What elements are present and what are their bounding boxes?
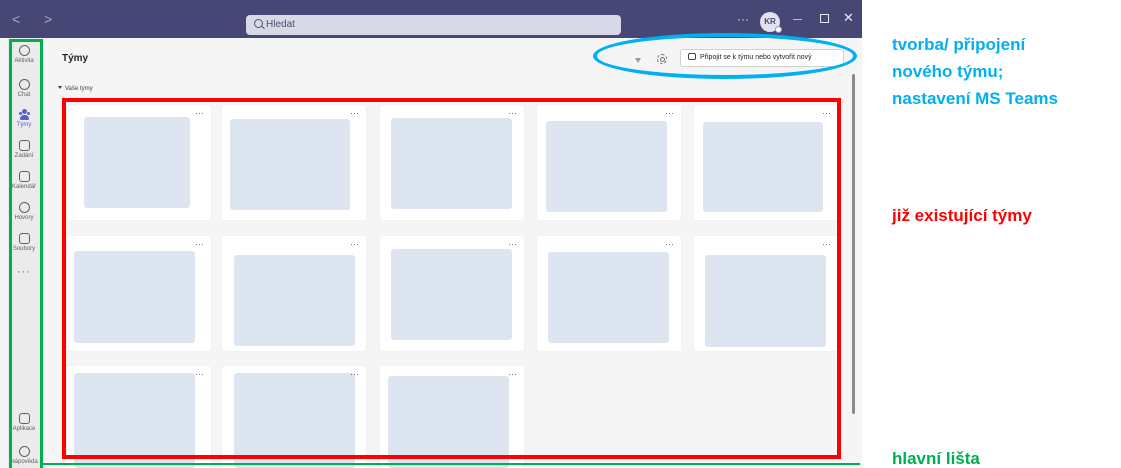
back-forward-arrows-icon[interactable]: < > bbox=[12, 11, 62, 27]
annotation-create-join-text: tvorba/ připojení nového týmu; nastavení… bbox=[892, 31, 1058, 112]
status-indicator-icon bbox=[775, 26, 782, 33]
annotation-line: tvorba/ připojení bbox=[892, 35, 1026, 54]
annotation-line: nastavení MS Teams bbox=[892, 89, 1058, 108]
close-icon[interactable]: ✕ bbox=[843, 10, 854, 26]
more-options-icon[interactable]: ··· bbox=[737, 12, 749, 26]
page-title: Týmy bbox=[62, 53, 89, 64]
annotation-ellipse-blue bbox=[593, 33, 857, 79]
scrollbar[interactable] bbox=[852, 74, 855, 414]
annotation-box-red bbox=[62, 98, 841, 459]
annotation-line-green bbox=[42, 463, 860, 465]
minimize-icon[interactable] bbox=[793, 19, 802, 20]
search-placeholder: Hledat bbox=[266, 19, 295, 30]
screenshot: < > Hledat ··· KR ✕ Aktivita Chat Týmy Z… bbox=[0, 0, 1121, 468]
section-your-teams[interactable]: Vaše týmy bbox=[58, 86, 93, 92]
avatar[interactable]: KR bbox=[760, 12, 782, 33]
search-input[interactable]: Hledat bbox=[246, 15, 621, 35]
annotation-existing-teams-text: již existující týmy bbox=[892, 206, 1032, 225]
section-label: Vaše týmy bbox=[65, 86, 93, 92]
maximize-icon[interactable] bbox=[820, 14, 829, 23]
avatar-initials: KR bbox=[764, 17, 776, 26]
caret-down-icon bbox=[58, 86, 62, 89]
annotation-line: nového týmu; bbox=[892, 62, 1004, 81]
search-icon bbox=[254, 19, 263, 28]
annotation-main-bar-text: hlavní lišta bbox=[892, 449, 980, 468]
annotation-box-green bbox=[9, 39, 43, 468]
